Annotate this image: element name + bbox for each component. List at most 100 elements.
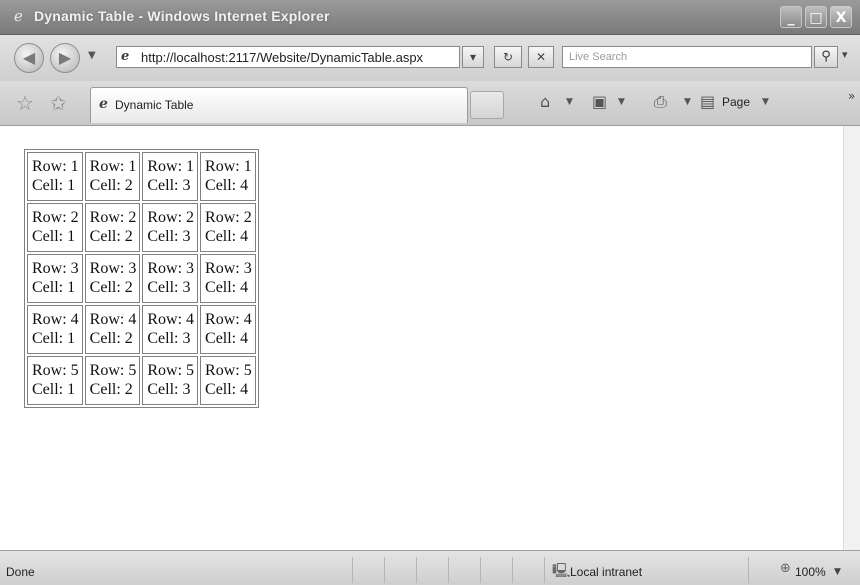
url-text[interactable]: http://localhost:2117/Website/DynamicTab…	[141, 50, 423, 65]
cell-cell-label: Cell: 4	[205, 330, 249, 347]
search-options-dropdown-icon[interactable]: ▾	[842, 48, 848, 61]
dynamic-table: Row: 1 Cell: 1 Row: 1 Cell: 2 Row: 1 Cell: 3R…	[24, 149, 259, 408]
cell-row-label: Row: 2	[32, 209, 79, 226]
table-cell: Row: 4 Cell: 1	[27, 305, 83, 354]
print-dropdown-icon[interactable]: ▼	[684, 97, 691, 107]
status-divider	[512, 557, 513, 583]
cell-cell-label: Cell: 2	[89, 228, 133, 245]
home-dropdown-icon[interactable]: ▼	[566, 97, 573, 107]
zoom-level[interactable]: 100%	[795, 565, 826, 579]
table-cell: Row: 5 Cell: 2	[84, 356, 141, 405]
search-button[interactable]: ⚲	[814, 46, 838, 68]
table-cell: Row: 1 Cell: 3	[142, 152, 199, 201]
cell-row-label: Row: 1	[89, 158, 137, 175]
cell-row-label: Row: 3	[32, 260, 79, 277]
cell-row-label: Row: 5	[147, 362, 195, 379]
recent-pages-dropdown-icon[interactable]: ▼	[88, 50, 96, 61]
table-cell: Row: 4 Cell: 2	[84, 305, 141, 354]
tab-dynamic-table[interactable]: e Dynamic Table	[90, 87, 468, 123]
home-icon[interactable]: ⌂	[540, 92, 550, 111]
new-tab-button[interactable]	[470, 91, 504, 119]
close-button[interactable]: X	[830, 6, 852, 28]
forward-arrow-icon: ▶	[58, 48, 72, 67]
cell-row-label: Row: 4	[147, 311, 195, 328]
ie-logo-icon: ℯ	[14, 7, 23, 25]
table-cell: Row: 3 Cell: 4	[200, 254, 256, 303]
cell-cell-label: Cell: 3	[147, 228, 191, 245]
maximize-button[interactable]: □	[805, 6, 827, 28]
add-favorites-icon[interactable]: ✩	[50, 91, 67, 115]
forward-button[interactable]: ▶	[50, 43, 80, 73]
table-row: Row: 1 Cell: 1 Row: 1 Cell: 2 Row: 1 Cell: 3R…	[27, 152, 256, 201]
window-title: Dynamic Table - Windows Internet Explore…	[34, 8, 330, 24]
tab-toolbar: ☆ ✩ e Dynamic Table ⌂ ▼ ▣ ▼ ⎙ ▼ ▤ Page ▼…	[0, 81, 860, 126]
stop-button[interactable]: ✕	[528, 46, 554, 68]
cell-row-label: Row: 1	[147, 158, 195, 175]
address-field[interactable]: e http://localhost:2117/Website/DynamicT…	[116, 46, 460, 68]
back-button[interactable]: ◀	[14, 43, 44, 73]
cell-row-label: Row: 4	[205, 311, 252, 328]
status-divider	[480, 557, 481, 583]
cell-cell-label: Cell: 2	[89, 381, 133, 398]
minimize-button[interactable]: _	[780, 6, 802, 28]
table-row: Row: 5 Cell: 1 Row: 5 Cell: 2 Row: 5 Cell: 3R…	[27, 356, 256, 405]
cell-cell-label: Cell: 3	[147, 177, 191, 194]
cell-row-label: Row: 2	[89, 209, 137, 226]
table-cell: Row: 3 Cell: 1	[27, 254, 83, 303]
status-divider	[748, 557, 749, 583]
vertical-scrollbar[interactable]	[843, 126, 860, 550]
cell-cell-label: Cell: 3	[147, 330, 191, 347]
table-row: Row: 2 Cell: 1 Row: 2 Cell: 2 Row: 2 Cell: 3 R…	[27, 203, 256, 252]
page-menu-button[interactable]: Page	[722, 95, 750, 109]
table-cell: Row: 4 Cell: 3	[142, 305, 199, 354]
status-bar: Done 🖳 Local intranet ⊕ 100% ▼	[0, 550, 860, 585]
cell-row-label: Row: 3	[147, 260, 195, 277]
security-zone[interactable]: Local intranet	[570, 565, 642, 579]
title-bar: ℯ Dynamic Table - Windows Internet Explo…	[0, 0, 860, 35]
table-cell: Row: 1 Cell: 4	[200, 152, 256, 201]
favorites-star-icon[interactable]: ☆	[16, 91, 34, 115]
search-placeholder: Live Search	[569, 51, 628, 63]
back-arrow-icon: ◀	[22, 48, 36, 67]
status-divider	[416, 557, 417, 583]
status-divider	[448, 557, 449, 583]
cell-row-label: Row: 5	[89, 362, 137, 379]
more-commands-chevron-icon[interactable]: »	[848, 89, 855, 103]
table-row: Row: 3 Cell: 1 Row: 3 Cell: 2 Row: 3 Cell: 3R…	[27, 254, 256, 303]
table-cell: Row: 5 Cell: 1	[27, 356, 83, 405]
search-input[interactable]: Live Search	[562, 46, 812, 68]
page-content: Row: 1 Cell: 1 Row: 1 Cell: 2 Row: 1 Cell: 3R…	[0, 126, 843, 550]
table-cell: Row: 3 Cell: 2	[84, 254, 141, 303]
refresh-button[interactable]: ↻	[494, 46, 522, 68]
cell-cell-label: Cell: 4	[205, 177, 249, 194]
cell-cell-label: Cell: 3	[147, 279, 191, 296]
cell-row-label: Row: 3	[89, 260, 137, 277]
zoom-icon: ⊕	[780, 561, 791, 576]
zoom-dropdown-icon[interactable]: ▼	[834, 567, 841, 577]
table-cell: Row: 5 Cell: 3	[142, 356, 199, 405]
table-cell: Row: 3 Cell: 3	[142, 254, 199, 303]
feeds-dropdown-icon[interactable]: ▼	[618, 97, 625, 107]
feeds-icon[interactable]: ▣	[592, 92, 607, 111]
table-cell: Row: 1 Cell: 2	[84, 152, 141, 201]
cell-cell-label: Cell: 1	[32, 228, 76, 245]
address-dropdown-button[interactable]: ▾	[462, 46, 484, 68]
cell-cell-label: Cell: 1	[32, 330, 76, 347]
page-icon[interactable]: ▤	[700, 92, 715, 111]
search-icon: ⚲	[821, 49, 831, 64]
print-icon[interactable]: ⎙	[654, 92, 667, 112]
page-icon: e	[99, 96, 108, 112]
cell-row-label: Row: 1	[205, 158, 252, 175]
cell-cell-label: Cell: 1	[32, 279, 76, 296]
cell-row-label: Row: 5	[32, 362, 79, 379]
tab-label: Dynamic Table	[115, 98, 194, 112]
cell-cell-label: Cell: 4	[205, 279, 249, 296]
cell-row-label: Row: 1	[32, 158, 79, 175]
cell-row-label: Row: 3	[205, 260, 252, 277]
cell-row-label: Row: 4	[89, 311, 137, 328]
table-cell: Row: 2 Cell: 1	[27, 203, 83, 252]
cell-row-label: Row: 2	[205, 209, 252, 226]
page-dropdown-icon[interactable]: ▼	[762, 97, 769, 107]
cell-cell-label: Cell: 2	[89, 279, 133, 296]
address-toolbar: ◀ ▶ ▼ e http://localhost:2117/Website/Dy…	[0, 35, 860, 81]
